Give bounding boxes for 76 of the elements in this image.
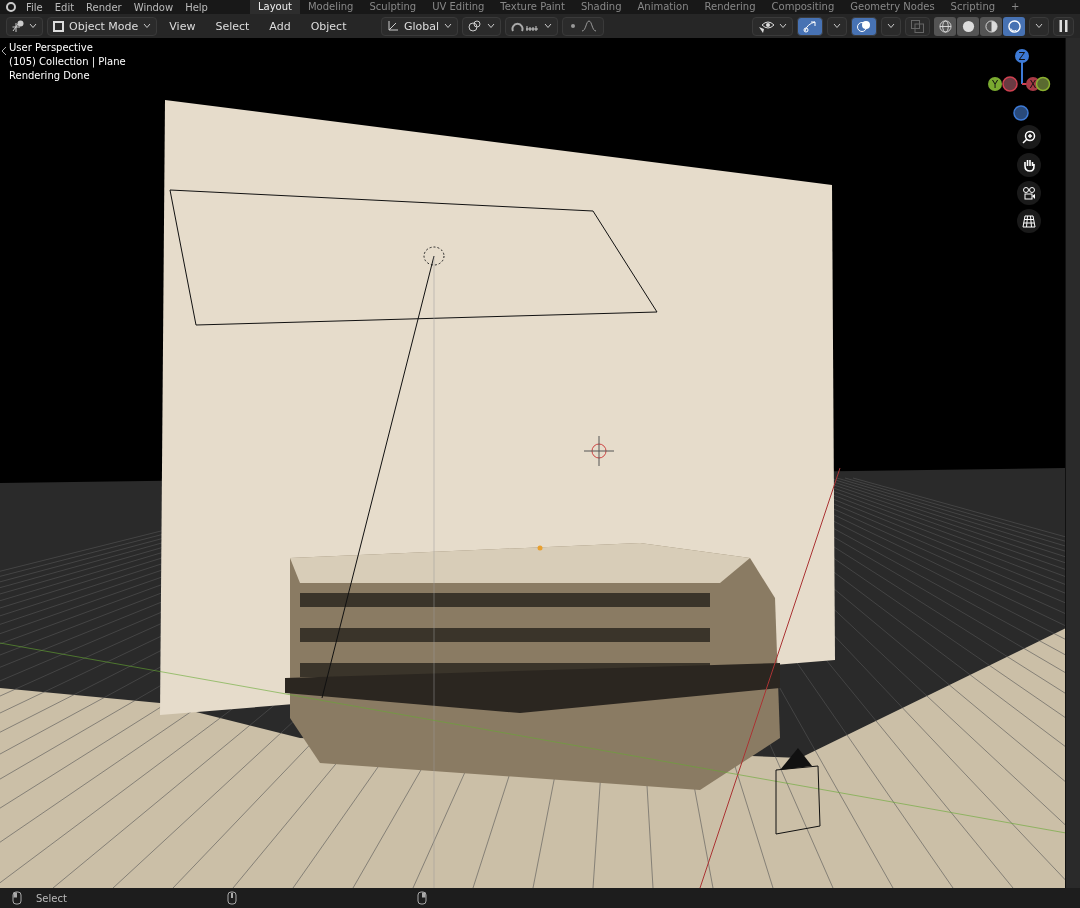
workspace-tab[interactable]: Modeling	[299, 0, 362, 14]
shading-mode-button[interactable]	[980, 16, 1002, 36]
solid-sphere-icon	[961, 19, 975, 33]
axis-gizmo-drawing[interactable]: Z Y X	[981, 42, 1051, 122]
pause-button[interactable]	[1053, 16, 1074, 36]
viewport-info-text: User Perspective	[9, 42, 94, 53]
menu-item[interactable]: Edit	[54, 1, 75, 13]
xray-toggle[interactable]	[905, 16, 930, 36]
menu-item[interactable]: Window	[133, 1, 174, 13]
shaded-sphere-icon	[1007, 19, 1021, 33]
shading-mode-button[interactable]	[1003, 16, 1025, 36]
workspace-tab[interactable]: Scripting	[942, 0, 1004, 14]
editor-type-button[interactable]	[6, 16, 43, 36]
pivot-dropdown[interactable]	[462, 16, 501, 36]
header-menu-item[interactable]: Object	[302, 19, 355, 33]
header-menu-item[interactable]: View	[161, 19, 204, 33]
add-workspace-button[interactable]: +	[1003, 0, 1028, 14]
caret-icon	[833, 23, 841, 29]
gizmo-toggle[interactable]	[797, 16, 823, 36]
shading-mode-button[interactable]	[934, 16, 956, 36]
camera-icon	[1022, 186, 1036, 200]
header-menu-item[interactable]: Select	[207, 19, 258, 33]
right-mouse-icon	[416, 891, 427, 905]
selectability-dropdown[interactable]	[752, 16, 793, 36]
grid-icon	[1022, 214, 1036, 228]
workspace-tab[interactable]: Geometry Nodes	[842, 0, 943, 14]
mode-dropdown[interactable]: Object Mode	[47, 16, 158, 36]
orientation-dropdown[interactable]: Global	[380, 16, 458, 36]
falloff-curve-icon	[568, 20, 598, 32]
snap-dropdown[interactable]	[505, 16, 558, 36]
status-hint: Select	[36, 892, 67, 904]
gizmo-dropdown[interactable]	[827, 16, 847, 36]
proportional-edit-button[interactable]	[562, 16, 604, 36]
overlays-toggle[interactable]	[851, 16, 877, 36]
caret-icon	[544, 23, 552, 29]
axes-icon	[386, 20, 399, 32]
editor-type-icon	[12, 20, 24, 32]
xray-icon	[911, 19, 924, 33]
menu-item[interactable]: File	[26, 1, 43, 13]
caret-icon	[143, 23, 152, 29]
overlays-dropdown[interactable]	[881, 16, 901, 36]
eye-cursor-icon	[758, 19, 774, 33]
workspace-tab[interactable]: Rendering	[696, 0, 764, 14]
caret-icon	[779, 23, 787, 29]
left-mouse-icon	[12, 891, 22, 905]
workspace-tab[interactable]: Texture Paint	[492, 0, 573, 14]
menu-item[interactable]: Help	[185, 1, 208, 13]
workspace-tab[interactable]: Sculpting	[361, 0, 425, 14]
overlays-icon	[857, 20, 871, 32]
wireframe-sphere-icon	[938, 19, 952, 33]
pivot-icon	[468, 20, 482, 32]
shading-mode-button[interactable]	[957, 16, 979, 36]
caret-icon	[29, 23, 37, 29]
header-menu-item[interactable]: Add	[261, 19, 299, 33]
workspace-tab[interactable]: Animation	[629, 0, 697, 14]
menu-item[interactable]: Render	[86, 1, 122, 13]
magnet-icon	[511, 20, 539, 32]
middle-mouse-icon	[226, 891, 237, 905]
caret-icon	[887, 23, 895, 29]
viewport-info-text: (105) Collection | Plane	[9, 56, 126, 67]
viewport-info-text: Rendering Done	[9, 70, 91, 81]
cube-icon	[53, 20, 64, 32]
sidebar-expand-icon[interactable]	[1, 46, 7, 56]
workspace-tab[interactable]: UV Editing	[424, 0, 493, 14]
hand-icon	[1022, 158, 1036, 172]
pause-icon	[1059, 20, 1068, 32]
caret-icon	[487, 23, 495, 29]
gizmo-icon	[803, 19, 817, 33]
workspace-tab[interactable]: Shading	[572, 0, 630, 14]
app-logo-icon[interactable]	[6, 2, 16, 12]
workspace-tab[interactable]: Layout	[249, 0, 300, 14]
half-sphere-icon	[984, 19, 998, 33]
caret-icon	[1035, 23, 1043, 29]
zoom-icon	[1022, 130, 1036, 144]
caret-icon	[444, 23, 452, 29]
workspace-tab[interactable]: Compositing	[763, 0, 843, 14]
